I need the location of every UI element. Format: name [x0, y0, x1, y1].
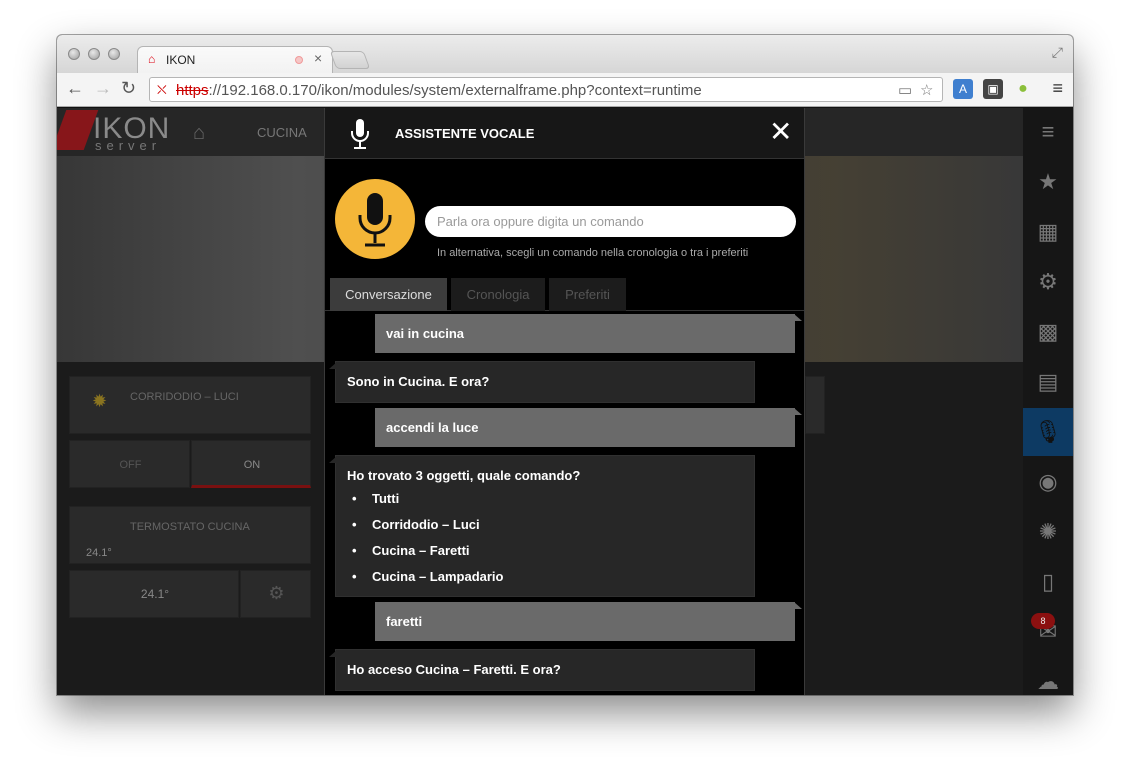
- temp-small: 24.1°: [86, 547, 112, 559]
- microphone-icon: [351, 119, 369, 149]
- tab-conversazione[interactable]: Conversazione: [330, 278, 447, 311]
- web-page: IKON server ⌂ CUCINA CORRIDODIO – LUCI ✹…: [57, 108, 1073, 695]
- hint-text: In alternativa, scegli un comando nella …: [437, 247, 749, 259]
- dialog-tabs: Conversazione Cronologia Preferiti: [325, 278, 804, 311]
- extension-icon[interactable]: ▣: [983, 79, 1003, 99]
- on-button[interactable]: ON: [191, 440, 311, 488]
- browser-menu-icon[interactable]: ≡: [1052, 78, 1063, 99]
- dialog-title: ASSISTENTE VOCALE: [395, 126, 535, 141]
- zoom-window-button[interactable]: [108, 48, 120, 60]
- fullscreen-icon[interactable]: ⤢: [1052, 44, 1063, 61]
- corridoio-widget[interactable]: CORRIDODIO – LUCI ✹: [69, 376, 311, 434]
- translate-extension-icon[interactable]: A: [953, 79, 973, 99]
- microphone-icon[interactable]: 🎙: [1023, 408, 1073, 456]
- bot-message: Sono in Cucina. E ora?: [329, 361, 755, 403]
- bot-message: Ho acceso Cucina – Faretti. E ora?: [329, 649, 755, 691]
- conversation-log[interactable]: vai in cucina Sono in Cucina. E ora? acc…: [325, 312, 804, 695]
- screenshot-stage: ⌂ IKON × ⤢ ← → ↻ ⛌ https://192.168.0.170…: [0, 0, 1130, 774]
- recording-indicator-icon: [295, 56, 303, 64]
- android-extension-icon[interactable]: ●: [1013, 79, 1033, 99]
- room-breadcrumb[interactable]: CUCINA: [257, 125, 307, 140]
- voice-record-button[interactable]: [335, 179, 415, 259]
- dialog-header: ASSISTENTE VOCALE ✕: [325, 108, 804, 159]
- qr-code-icon[interactable]: ▩: [1023, 308, 1073, 356]
- widget-title: CORRIDODIO – LUCI: [130, 391, 239, 403]
- bot-message: Ho trovato 3 oggetti, quale comando? Tut…: [329, 455, 755, 597]
- thermostat-settings-button[interactable]: ⚙: [240, 570, 311, 618]
- list-item[interactable]: Corridodio – Luci: [347, 517, 743, 543]
- reload-icon[interactable]: ↻: [121, 78, 136, 99]
- close-tab-icon[interactable]: ×: [314, 50, 322, 66]
- browser-toolbar: ← → ↻ ⛌ https://192.168.0.170/ikon/modul…: [57, 73, 1073, 107]
- browser-tab[interactable]: ⌂ IKON ×: [137, 46, 333, 73]
- star-icon[interactable]: ★: [1023, 158, 1073, 206]
- app-logo-sub: server: [95, 138, 162, 153]
- tab-preferiti[interactable]: Preferiti: [549, 278, 626, 311]
- tab-cronologia[interactable]: Cronologia: [451, 278, 545, 311]
- floorplan-icon[interactable]: ▦: [1023, 208, 1073, 256]
- user-message: accendi la luce: [375, 408, 802, 447]
- url-text: https://192.168.0.170/ikon/modules/syste…: [176, 82, 702, 99]
- webcam-icon[interactable]: ◉: [1023, 458, 1073, 506]
- bulb-icon: ✹: [92, 391, 108, 411]
- ikon-favicon-icon: ⌂: [148, 52, 156, 66]
- option-list: Tutti Corridodio – Luci Cucina – Faretti…: [347, 491, 743, 595]
- notification-badge: 8: [1031, 613, 1055, 629]
- minimize-window-button[interactable]: [88, 48, 100, 60]
- browser-titlebar: ⌂ IKON × ⤢: [57, 35, 1073, 73]
- widget-edge: [805, 376, 825, 434]
- weather-icon[interactable]: ☁: [1023, 658, 1073, 695]
- off-button[interactable]: OFF: [69, 440, 190, 488]
- microphone-icon: [358, 193, 392, 247]
- menu-icon[interactable]: ≡: [1023, 108, 1073, 156]
- phone-icon[interactable]: ▯: [1023, 558, 1073, 606]
- user-message: faretti: [375, 602, 802, 641]
- list-item[interactable]: Tutti: [347, 491, 743, 517]
- new-tab-button[interactable]: [329, 51, 371, 69]
- camera-icon[interactable]: ▭: [898, 81, 912, 99]
- close-icon[interactable]: ✕: [769, 118, 792, 146]
- broken-lock-icon: ⛌: [157, 82, 167, 97]
- tab-title: IKON: [166, 53, 196, 67]
- command-input[interactable]: [425, 206, 796, 237]
- list-item[interactable]: Cucina – Faretti: [347, 543, 743, 569]
- list-item[interactable]: Cucina – Lampadario: [347, 569, 743, 595]
- light-icon[interactable]: ✺: [1023, 508, 1073, 556]
- bookmark-star-icon[interactable]: ☆: [920, 81, 933, 99]
- right-rail: ≡ ★ ▦ ⚙ ▩ ▤ 🎙 ◉ ✺ ▯ ✉ 8 ☁: [1023, 108, 1073, 695]
- temp-large: 24.1°: [140, 587, 170, 601]
- gear-icon: ⚙: [268, 583, 285, 603]
- forward-icon[interactable]: →: [94, 78, 112, 99]
- settings-icon[interactable]: ⚙: [1023, 258, 1073, 306]
- termostato-widget[interactable]: TERMOSTATO CUCINA 24.1°: [69, 506, 311, 564]
- temp-display: 24.1°: [69, 570, 239, 618]
- close-window-button[interactable]: [68, 48, 80, 60]
- user-message: vai in cucina: [375, 314, 802, 353]
- home-icon[interactable]: ⌂: [193, 122, 205, 145]
- off-label: OFF: [119, 459, 142, 471]
- intercom-icon[interactable]: ▤: [1023, 358, 1073, 406]
- browser-window: ⌂ IKON × ⤢ ← → ↻ ⛌ https://192.168.0.170…: [57, 35, 1073, 695]
- address-bar[interactable]: ⛌ https://192.168.0.170/ikon/modules/sys…: [149, 77, 943, 102]
- on-label: ON: [243, 459, 261, 471]
- back-icon[interactable]: ←: [66, 78, 84, 99]
- widget-title: TERMOSTATO CUCINA: [130, 521, 250, 533]
- voice-assistant-dialog: ASSISTENTE VOCALE ✕ In alternativa, sceg…: [324, 108, 805, 695]
